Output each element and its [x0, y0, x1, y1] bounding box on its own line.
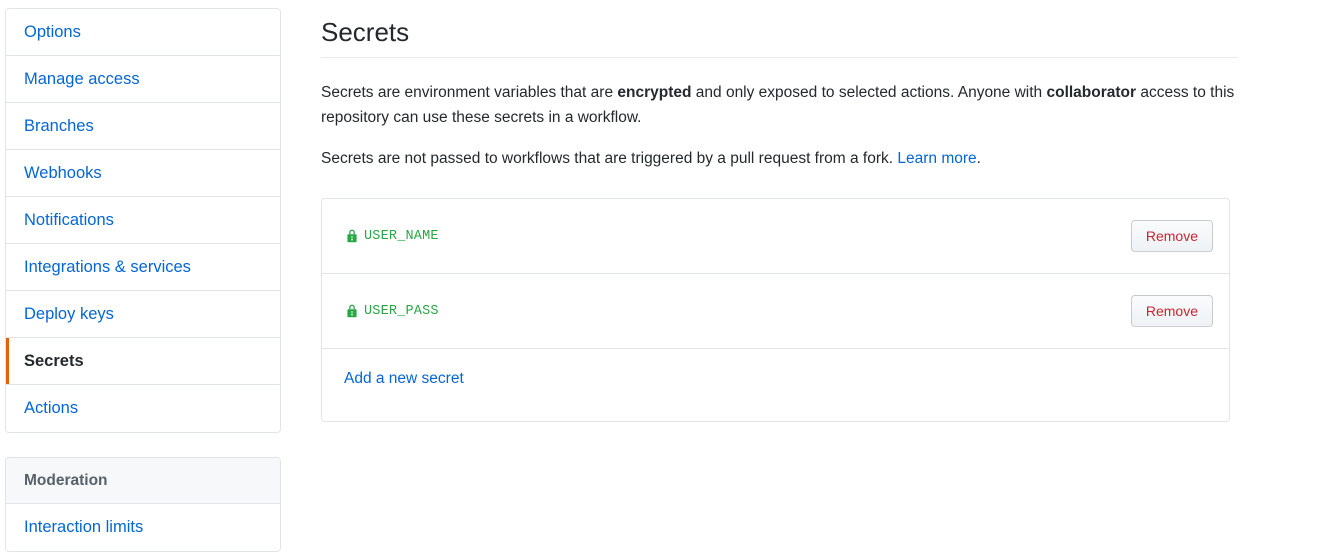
secret-identity: USER_NAME: [344, 228, 439, 244]
moderation-settings-menu: Moderation Interaction limits: [5, 457, 281, 552]
sidebar-item-label: Actions: [24, 399, 78, 417]
secret-identity: USER_PASS: [344, 303, 439, 319]
sidebar-item-secrets[interactable]: Secrets: [6, 338, 280, 385]
description-emphasis-encrypted: encrypted: [617, 84, 691, 101]
fork-note-paragraph: Secrets are not passed to workflows that…: [321, 146, 1238, 171]
moderation-section-heading: Moderation: [6, 458, 280, 504]
sidebar-item-manage-access[interactable]: Manage access: [6, 56, 280, 103]
secret-row: USER_NAME Remove: [322, 199, 1229, 274]
sidebar-item-integrations-services[interactable]: Integrations & services: [6, 244, 280, 291]
sidebar-item-webhooks[interactable]: Webhooks: [6, 150, 280, 197]
sidebar-item-actions[interactable]: Actions: [6, 385, 280, 432]
sidebar-item-label: Secrets: [24, 352, 84, 370]
fork-note-period: .: [977, 150, 981, 167]
sidebar-item-label: Webhooks: [24, 164, 102, 182]
sidebar-item-label: Options: [24, 23, 81, 41]
description-text-part: and only exposed to selected actions. An…: [691, 84, 1046, 101]
description-emphasis-collaborator: collaborator: [1046, 84, 1136, 101]
learn-more-link[interactable]: Learn more: [897, 150, 976, 167]
fork-note-text: Secrets are not passed to workflows that…: [321, 150, 897, 167]
sidebar-item-options[interactable]: Options: [6, 9, 280, 56]
main-content: Secrets Secrets are environment variable…: [321, 8, 1238, 422]
sidebar-item-label: Integrations & services: [24, 258, 191, 276]
sidebar-item-deploy-keys[interactable]: Deploy keys: [6, 291, 280, 338]
settings-sidebar: Options Manage access Branches Webhooks …: [5, 8, 281, 552]
lock-icon: [344, 228, 360, 244]
sidebar-item-label: Notifications: [24, 211, 114, 229]
sidebar-item-label: Branches: [24, 117, 94, 135]
sidebar-item-label: Interaction limits: [24, 518, 143, 536]
repository-settings-menu: Options Manage access Branches Webhooks …: [5, 8, 281, 433]
secret-name: USER_PASS: [364, 304, 439, 319]
secret-name: USER_NAME: [364, 229, 439, 244]
remove-secret-button[interactable]: Remove: [1131, 220, 1213, 252]
add-new-secret-link[interactable]: Add a new secret: [344, 370, 464, 387]
sidebar-item-label: Deploy keys: [24, 305, 114, 323]
remove-secret-button[interactable]: Remove: [1131, 295, 1213, 327]
page-title: Secrets: [321, 16, 1238, 58]
sidebar-item-notifications[interactable]: Notifications: [6, 197, 280, 244]
sidebar-item-branches[interactable]: Branches: [6, 103, 280, 150]
settings-page: Options Manage access Branches Webhooks …: [0, 0, 1340, 544]
lock-icon: [344, 303, 360, 319]
add-secret-row: Add a new secret: [322, 349, 1229, 421]
sidebar-item-label: Manage access: [24, 70, 140, 88]
secret-row: USER_PASS Remove: [322, 274, 1229, 349]
secrets-list-container: USER_NAME Remove USER_PASS: [321, 198, 1230, 422]
description-text-part: Secrets are environment variables that a…: [321, 84, 617, 101]
secrets-description-paragraph: Secrets are environment variables that a…: [321, 80, 1238, 130]
